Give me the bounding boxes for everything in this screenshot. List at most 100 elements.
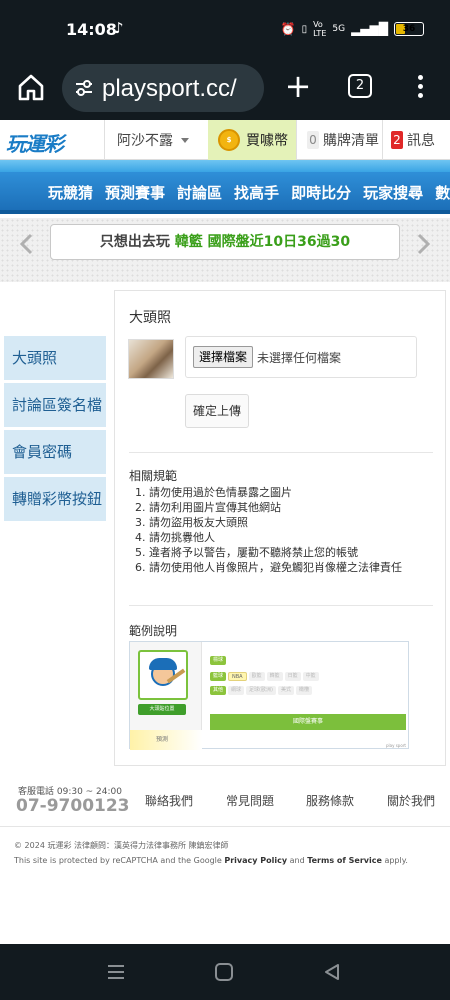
messages-label: 訊息 [407,133,435,149]
example-tag: 日籃 [284,672,301,681]
nav-item-forum[interactable]: 討論區 [171,182,228,203]
example-right: 標球 籃球 NBA 歐籃 韓籃 日籃 中籃 其他 網球 足球(歐洲) 美式 橄欖 [206,642,410,750]
status-time: 14:08 [66,20,117,39]
site-footer: 客服電話 09:30 ~ 24:00 07-9700123 聯絡我們 常見問題 … [0,770,450,944]
tab-switcher-icon[interactable]: 2 [348,74,372,98]
example-tag: 美式 [277,686,294,695]
messages-link[interactable]: 2 訊息 [382,120,450,160]
footer-link-contact[interactable]: 聯絡我們 [145,792,193,809]
buy-coins-button[interactable]: $ 買噱幣 [208,120,296,160]
marquee-highlight: 韓籃 國際盤近10日36過30 [174,234,351,250]
battery-percent: 36 [402,24,416,34]
tiktok-icon: ♪ [114,19,124,37]
example-green-button: 大頭貼位置 [138,704,186,715]
nav-item-data[interactable]: 數據 [429,182,450,203]
terms-of-service-link[interactable]: Terms of Service [307,856,382,865]
site-settings-icon[interactable] [74,78,94,98]
url-text: playsport.cc/ [102,75,237,102]
example-tag: 其他 [210,686,227,695]
upload-button[interactable]: 確定上傳 [185,394,249,428]
example-tag: 橄欖 [295,686,312,695]
signal-icon: ▂▄▆█ [351,22,388,36]
example-tag-row: 籃球 NBA 歐籃 韓籃 日籃 中籃 [210,672,319,681]
example-tag: 歐籃 [248,672,265,681]
sidebar-item-avatar[interactable]: 大頭照 [4,336,106,380]
status-bar: 14:08 ♪ ⏰ ▯ Vo LTE 5G ▂▄▆█ 36 [0,0,450,58]
choose-file-button[interactable]: 選擇檔案 [193,346,254,368]
back-icon[interactable] [322,962,342,986]
example-avatar [138,650,188,700]
nav-item-guess[interactable]: 玩競猜 [42,182,99,203]
current-avatar [128,339,174,379]
footer-link-about[interactable]: 關於我們 [387,792,435,809]
nav-item-experts[interactable]: 找高手 [228,182,285,203]
example-tag: 籃球 [210,672,227,681]
status-icons: ⏰ ▯ Vo LTE 5G ▂▄▆█ 36 [281,20,424,38]
rule-item: 4. 請勿挑釁他人 [135,531,215,544]
nav-item-player-search[interactable]: 玩家搜尋 [357,182,429,203]
rule-item: 5. 違者將予以警告，屢勸不聽將禁止您的帳號 [135,546,358,559]
username: 阿沙不露 [117,133,173,149]
example-tag: NBA [228,672,247,681]
address-bar[interactable]: playsport.cc/ [62,64,264,112]
section-title: 大頭照 [129,310,171,326]
rule-item: 2. 請勿利用圖片宣傳其他網站 [135,501,281,514]
divider [129,605,433,606]
example-tag: 標球 [210,656,227,665]
privacy-policy-link[interactable]: Privacy Policy [224,856,287,865]
nav-item-predict[interactable]: 預測賽事 [99,182,171,203]
network-type: 5G [332,24,346,34]
alarm-icon: ⏰ [280,22,296,36]
recent-apps-icon[interactable] [106,962,126,986]
phone-screen: 14:08 ♪ ⏰ ▯ Vo LTE 5G ▂▄▆█ 36 playsport.c… [0,0,450,1000]
vibrate-icon: ▯ [301,23,308,35]
example-tag: 韓籃 [266,672,283,681]
example-yellow-tab: 預測 [130,730,202,750]
nav-strip [0,160,450,172]
site-logo[interactable]: 玩運彩 [6,128,64,157]
example-left: 大頭貼位置 預測 [130,642,202,750]
marquee-banner[interactable]: 只想出去玩 韓籃 國際盤近10日36過30 [50,224,400,260]
new-tab-icon[interactable]: + [284,70,312,104]
example-tag: 中籃 [302,672,319,681]
no-file-text: 未選擇任何檔案 [257,350,342,365]
sidebar-item-signature[interactable]: 討論區簽名檔 [4,383,106,427]
sidebar-item-password[interactable]: 會員密碼 [4,430,106,474]
marquee-area: 只想出去玩 韓籃 國際盤近10日36過30 [0,218,450,282]
example-title: 範例說明 [129,624,178,638]
message-count-badge: 2 [391,131,403,149]
recaptcha-notice: This site is protected by reCAPTCHA and … [14,856,408,865]
example-cap [149,658,177,670]
nav-item-livescore[interactable]: 即時比分 [285,182,357,203]
example-green-bar: 國際盤賽事 [210,714,406,730]
rule-item: 6. 請勿使用他人肖像照片，避免觸犯肖像權之法律責任 [135,561,402,574]
chevron-left-icon[interactable] [16,232,38,256]
battery-icon: 36 [394,22,424,36]
rules-title: 相關規範 [129,469,178,483]
example-tag: 網球 [228,686,245,695]
service-phone[interactable]: 07-9700123 [16,796,130,816]
footer-link-faq[interactable]: 常見問題 [226,792,274,809]
example-foot: play sport [385,743,406,748]
copyright-text: © 2024 玩運彩 法律顧問：漢英得力法律事務所 陳鎮宏律師 [14,841,229,850]
footer-divider [0,826,450,827]
avatar-panel: 大頭照 選擇檔案 未選擇任何檔案 確定上傳 相關規範 1. 請勿使用過於色情暴露… [114,290,446,766]
cart-label: 購牌清單 [323,133,379,149]
cart-count-badge: 0 [307,131,319,149]
rule-item: 1. 請勿使用過於色情暴露之圖片 [135,486,292,499]
user-dropdown[interactable]: 阿沙不露 [104,120,208,160]
home-nav-icon[interactable] [214,962,234,986]
sidebar-item-gift-button[interactable]: 轉贈彩幣按鈕 [4,477,106,521]
footer-link-terms[interactable]: 服務條款 [306,792,354,809]
chevron-right-icon[interactable] [412,232,434,256]
site-header: 玩運彩 阿沙不露 $ 買噱幣 0 購牌清單 2 訊息 [0,120,450,160]
rule-item: 3. 請勿盜用板友大頭照 [135,516,248,529]
divider [129,452,433,453]
more-menu-icon[interactable] [410,72,430,102]
example-tag-row: 其他 網球 足球(歐洲) 美式 橄欖 [210,686,312,695]
cart-link[interactable]: 0 購牌清單 [296,120,382,160]
coin-icon: $ [218,129,240,151]
marquee-prefix: 只想出去玩 [99,234,175,250]
home-icon[interactable] [14,70,48,104]
file-input[interactable]: 選擇檔案 未選擇任何檔案 [185,336,417,378]
